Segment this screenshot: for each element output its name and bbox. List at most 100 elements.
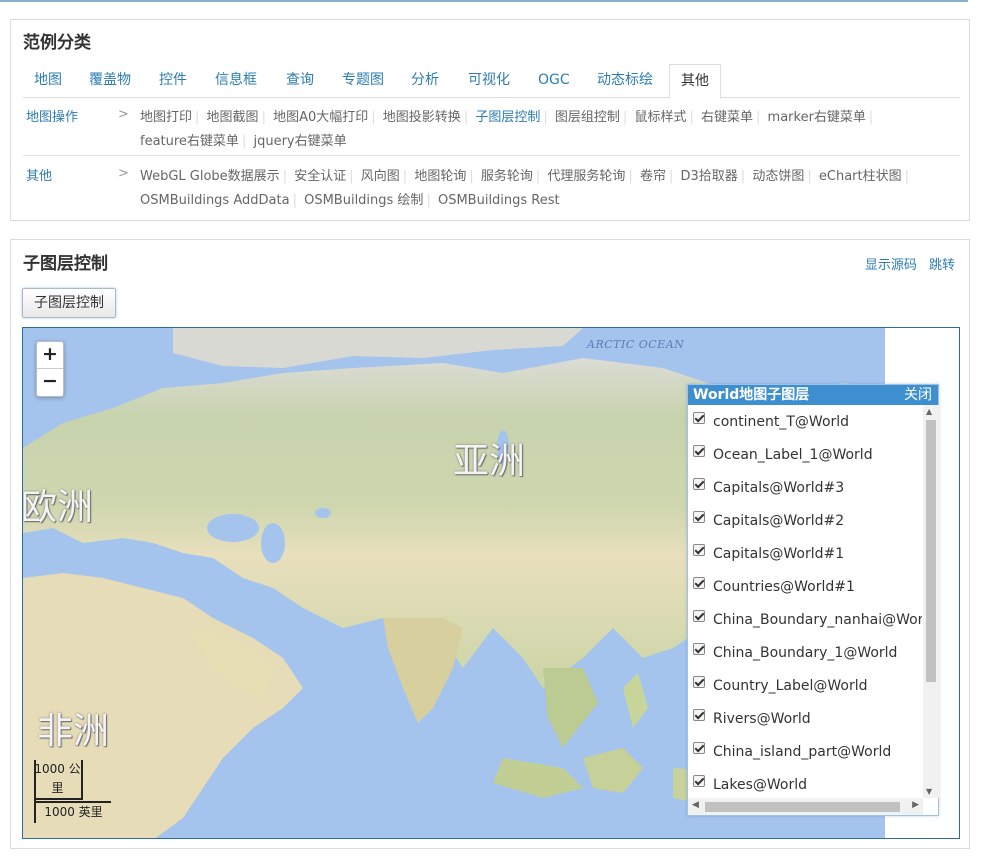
example-link[interactable]: 卷帘	[640, 169, 666, 184]
zoom-out-button[interactable]: −	[37, 369, 63, 396]
demo-actions: 显示源码 跳转	[857, 254, 955, 273]
tab-9[interactable]: 动态标绘	[586, 64, 664, 98]
example-link[interactable]: 风向图	[361, 169, 400, 184]
example-link[interactable]: OSMBuildings Rest	[438, 193, 560, 208]
map-viewport[interactable]: + − ARCTIC OCEAN 亚洲 欧洲 非洲 1000 公里 1000 英…	[22, 327, 960, 839]
tab-8[interactable]: OGC	[527, 64, 581, 98]
example-link[interactable]: 安全认证	[294, 169, 346, 184]
example-link[interactable]: 子图层控制	[475, 110, 540, 125]
scale-bar-mile: 1000 英里	[34, 801, 111, 823]
horizontal-scrollbar[interactable]: ◀ ▶	[688, 798, 923, 815]
link-separator: |	[622, 110, 628, 125]
example-link[interactable]: 动态饼图	[752, 169, 804, 184]
zoom-control: + −	[36, 341, 64, 397]
row-name[interactable]: 地图操作	[26, 106, 78, 125]
layer-checkbox[interactable]	[693, 774, 705, 787]
row-name[interactable]: 其他	[26, 165, 52, 184]
layer-checkbox[interactable]	[693, 477, 705, 490]
link-separator: |	[349, 169, 354, 184]
link-separator: |	[756, 110, 761, 125]
top-border-line	[0, 0, 968, 2]
example-link[interactable]: WebGL Globe数据展示	[140, 169, 280, 184]
sublayer-window-title: World地图子图层	[693, 387, 810, 403]
demo-panel: 子图层控制 显示源码 跳转 子图层控制 + − ARCTIC OCEAN 亚洲 …	[10, 239, 970, 849]
scroll-thumb[interactable]	[705, 802, 900, 812]
scroll-right-icon[interactable]: ▶	[912, 800, 919, 810]
layer-checkbox[interactable]	[693, 444, 705, 457]
link-separator: |	[740, 169, 746, 184]
link-separator: |	[282, 169, 288, 184]
scale-bar-km: 1000 公里	[34, 760, 83, 800]
sublayer-window: World地图子图层 关闭 continent_T@World Ocean_Lab…	[687, 384, 939, 816]
tab-6[interactable]: 分析	[400, 64, 450, 98]
example-link[interactable]: feature右键菜单	[140, 134, 239, 149]
jump-link[interactable]: 跳转	[929, 258, 955, 273]
arctic-ocean-label: ARCTIC OCEAN	[587, 338, 685, 351]
tab-7[interactable]: 可视化	[457, 64, 521, 98]
tab-4[interactable]: 查询	[275, 64, 325, 98]
layer-name: Capitals@World#2	[713, 512, 845, 529]
sublayer-control-button[interactable]: 子图层控制	[22, 288, 116, 318]
layer-checkbox[interactable]	[693, 708, 705, 721]
layer-name: Country_Label@World	[713, 677, 868, 694]
example-link[interactable]: 地图截图	[207, 110, 259, 125]
example-link[interactable]: 右键菜单	[701, 110, 753, 125]
example-link[interactable]: OSMBuildings AddData	[140, 193, 290, 208]
scroll-up-icon[interactable]: ▲	[926, 407, 932, 416]
row-links: 地图打印 | 地图截图 | 地图A0大幅打印 | 地图投影转换 | 子图层控制 | 图层组…	[140, 106, 940, 154]
example-link[interactable]: 地图轮询	[414, 169, 466, 184]
layer-checkbox[interactable]	[693, 741, 705, 754]
layer-checkbox[interactable]	[693, 675, 705, 688]
europe-label: 欧洲	[22, 487, 94, 528]
layer-checkbox[interactable]	[693, 576, 705, 589]
example-link[interactable]: 地图投影转换	[383, 110, 461, 125]
tab-5[interactable]: 专题图	[331, 64, 395, 98]
link-separator: |	[261, 110, 266, 125]
zoom-in-button[interactable]: +	[37, 342, 63, 369]
example-link[interactable]: 代理服务轮询	[547, 169, 625, 184]
example-link[interactable]: 鼠标样式	[634, 110, 686, 125]
layer-checkbox[interactable]	[693, 642, 705, 655]
sublayer-item: Lakes@World	[688, 768, 922, 798]
layer-checkbox[interactable]	[693, 543, 705, 556]
example-link[interactable]: eChart柱状图	[819, 169, 902, 184]
tab-10[interactable]: 其他	[669, 64, 721, 99]
scroll-thumb[interactable]	[926, 420, 936, 682]
link-separator: |	[241, 134, 247, 149]
tab-1[interactable]: 覆盖物	[78, 64, 142, 98]
sublayer-item: China_island_part@World	[688, 735, 922, 768]
sublayer-item: China_Boundary_nanhai@World	[688, 603, 922, 636]
sublayer-item: China_Boundary_1@World	[688, 636, 922, 669]
example-link[interactable]: 地图打印	[140, 110, 192, 125]
demo-title: 子图层控制	[23, 254, 108, 274]
layer-checkbox[interactable]	[693, 510, 705, 523]
sublayer-item: continent_T@World	[688, 405, 922, 438]
tab-2[interactable]: 控件	[148, 64, 198, 98]
row-links: WebGL Globe数据展示 | 安全认证 | 风向图 | 地图轮询 | 服务轮询 | …	[140, 165, 940, 213]
close-button[interactable]: 关闭	[904, 385, 932, 405]
row-arrow: >	[118, 107, 129, 122]
example-link[interactable]: marker右键菜单	[768, 110, 866, 125]
tab-3[interactable]: 信息框	[204, 64, 268, 98]
example-link[interactable]: 地图A0大幅打印	[273, 110, 368, 125]
layer-checkbox[interactable]	[693, 411, 705, 424]
link-separator: |	[463, 110, 469, 125]
sublayer-item: Rivers@World	[688, 702, 922, 735]
tab-0[interactable]: 地图	[23, 64, 73, 98]
layer-checkbox[interactable]	[693, 609, 705, 622]
category-tabs: 地图 覆盖物 控件 信息框 查询 专题图 分析 可视化 OGC 动态标绘 其他	[23, 64, 960, 99]
africa-label: 非洲	[37, 711, 110, 752]
scroll-down-icon[interactable]: ▼	[926, 787, 932, 796]
layer-name: Capitals@World#1	[713, 545, 845, 562]
example-link[interactable]: OSMBuildings 绘制	[304, 193, 423, 208]
example-link[interactable]: D3拾取器	[681, 169, 738, 184]
scroll-left-icon[interactable]: ◀	[692, 800, 699, 810]
vertical-scrollbar[interactable]: ▲ ▼	[923, 405, 939, 798]
link-separator: |	[535, 169, 541, 184]
example-link[interactable]: jquery右键菜单	[253, 134, 346, 149]
show-source-link[interactable]: 显示源码	[865, 258, 917, 273]
layer-name: Rivers@World	[713, 710, 811, 727]
example-link[interactable]: 服务轮询	[481, 169, 533, 184]
example-link[interactable]: 图层组控制	[555, 110, 620, 125]
link-separator: |	[426, 193, 431, 208]
